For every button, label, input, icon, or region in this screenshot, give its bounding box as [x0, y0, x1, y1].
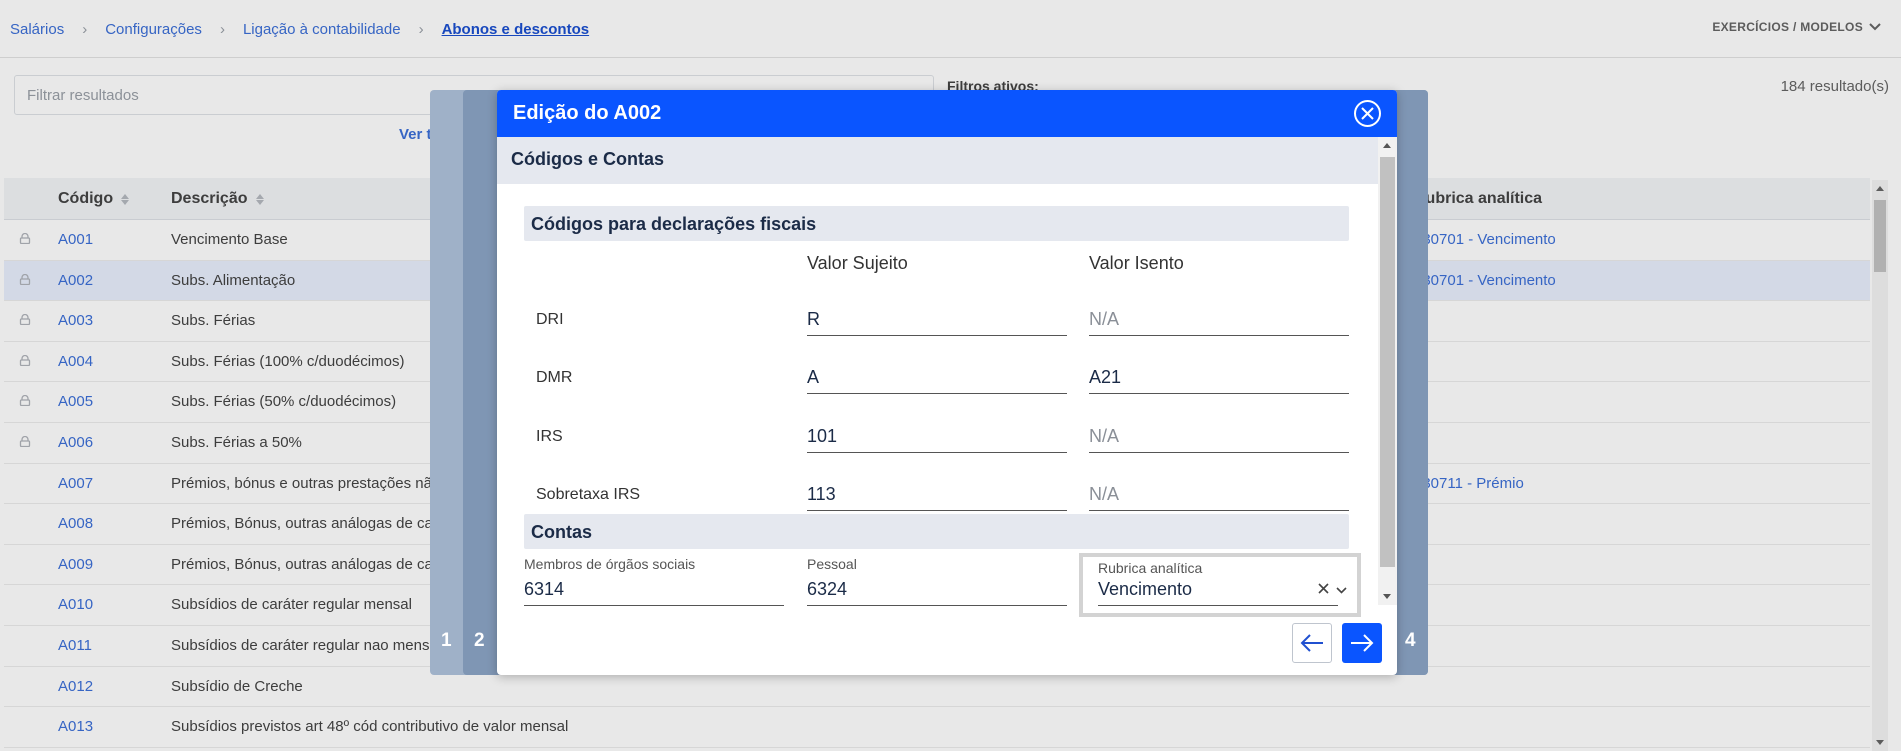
membros-label: Membros de órgãos sociais	[524, 556, 696, 572]
edit-modal: Edição do A002 Códigos e Contas Códigos …	[497, 90, 1397, 675]
modal-scrollbar[interactable]	[1378, 137, 1397, 605]
chevron-down-icon[interactable]	[1336, 587, 1347, 594]
rubrica-select-value: Vencimento	[1098, 579, 1338, 606]
pessoal-label: Pessoal	[807, 556, 857, 572]
valor-sujeito-field[interactable]: A	[807, 362, 1067, 394]
valor-sujeito-field[interactable]: 101	[807, 421, 1067, 453]
fiscal-codes-header: Códigos para declarações fiscais	[524, 206, 1349, 241]
valor-isento-header: Valor Isento	[1089, 253, 1184, 273]
fiscal-row-label: DMR	[536, 369, 573, 386]
modal-title: Edição do A002	[513, 102, 662, 124]
scroll-down-arrow-icon[interactable]	[1383, 594, 1391, 599]
previous-step-button[interactable]	[1292, 623, 1332, 663]
close-icon	[1361, 107, 1374, 120]
section-title: Códigos e Contas	[497, 137, 1378, 184]
contas-header: Contas	[524, 514, 1349, 549]
wizard-step-1-number[interactable]: 1	[441, 630, 452, 652]
scroll-up-arrow-icon[interactable]	[1383, 143, 1391, 148]
valor-isento-field[interactable]: N/A	[1089, 304, 1349, 336]
wizard-step-2-number[interactable]: 2	[474, 630, 485, 652]
close-button[interactable]	[1354, 100, 1381, 127]
clear-icon[interactable]	[1318, 583, 1329, 594]
fiscal-row-label: IRS	[536, 428, 563, 445]
rubrica-select[interactable]: Rubrica analítica Vencimento	[1079, 553, 1361, 617]
valor-sujeito-field[interactable]: R	[807, 304, 1067, 336]
valor-isento-field[interactable]: N/A	[1089, 479, 1349, 511]
valor-isento-field[interactable]: N/A	[1089, 421, 1349, 453]
rubrica-select-label: Rubrica analítica	[1098, 560, 1203, 576]
wizard-step-4-number[interactable]: 4	[1405, 630, 1416, 652]
arrow-right-icon	[1351, 634, 1374, 652]
fiscal-row-label: Sobretaxa IRS	[536, 486, 641, 503]
modal-header: Edição do A002	[497, 90, 1397, 137]
next-step-button[interactable]	[1342, 623, 1382, 663]
modal-scrollbar-thumb[interactable]	[1380, 157, 1395, 567]
fiscal-row-label: DRI	[536, 311, 564, 328]
pessoal-field[interactable]: 6324	[807, 576, 1067, 606]
valor-sujeito-header: Valor Sujeito	[807, 253, 908, 273]
valor-sujeito-field[interactable]: 113	[807, 479, 1067, 511]
membros-field[interactable]: 6314	[524, 576, 784, 606]
arrow-left-icon	[1300, 634, 1323, 652]
valor-isento-field[interactable]: A21	[1089, 362, 1349, 394]
